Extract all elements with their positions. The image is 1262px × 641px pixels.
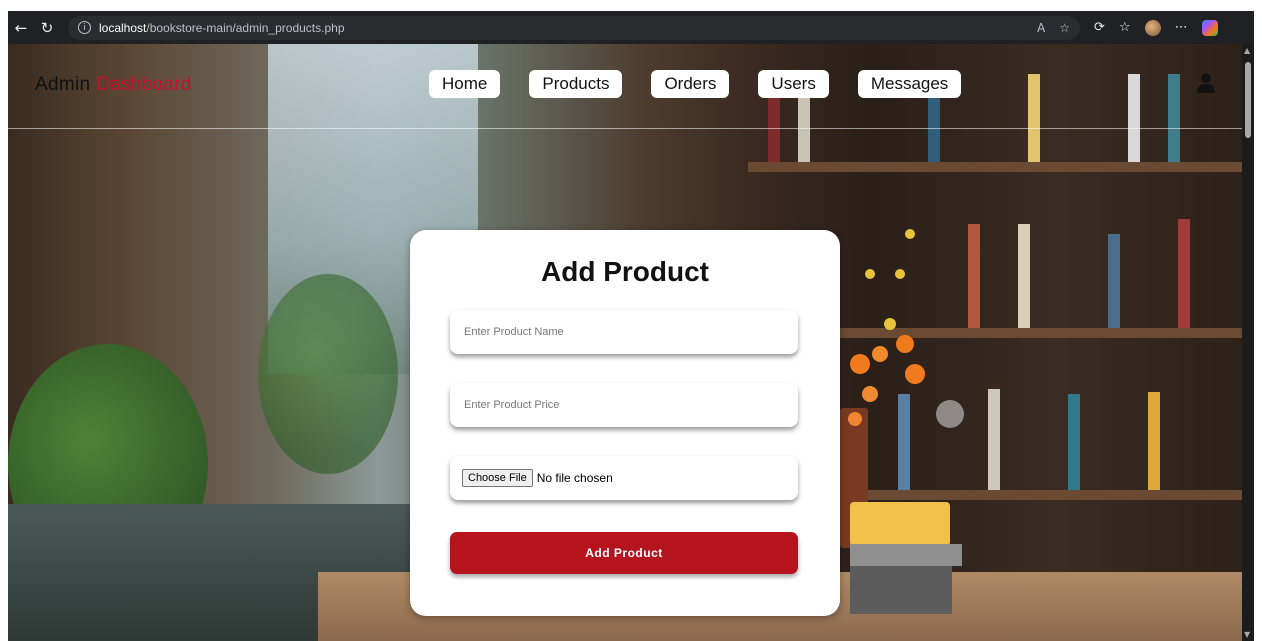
nav-orders-link[interactable]: Orders (651, 70, 730, 98)
product-image-file-input[interactable]: Choose File No file chosen (450, 456, 798, 500)
scroll-down-icon[interactable]: ▼ (1244, 630, 1250, 639)
site-header: Admin Dashboard Home Products Orders Use… (8, 44, 1242, 129)
background-flowers (848, 229, 964, 428)
back-icon[interactable]: ← (8, 19, 34, 37)
more-menu-icon[interactable]: ⋯ (1175, 20, 1188, 35)
main-nav: Home Products Orders Users Messages (429, 70, 990, 98)
nav-products-link[interactable]: Products (529, 70, 623, 98)
nav-users-link[interactable]: Users (758, 70, 829, 98)
background-book (1178, 219, 1190, 328)
url-host: localhost (99, 20, 147, 35)
background-plant (258, 274, 398, 474)
favorite-star-icon[interactable]: ☆ (1059, 21, 1070, 35)
product-name-input[interactable] (450, 310, 798, 354)
add-product-card: Add Product Choose File No file chosen A… (410, 230, 840, 616)
nav-messages-link[interactable]: Messages (857, 70, 962, 98)
site-info-icon[interactable]: i (78, 21, 91, 34)
background-book-stack (850, 566, 952, 614)
add-product-button[interactable]: Add Product (450, 532, 798, 574)
profile-avatar[interactable] (1144, 19, 1161, 36)
form-title: Add Product (541, 256, 709, 287)
scroll-thumb[interactable] (1245, 62, 1251, 138)
background-shelf (868, 490, 1242, 500)
read-aloud-icon[interactable]: A (1037, 21, 1045, 35)
page-viewport: Admin Dashboard Home Products Orders Use… (8, 44, 1242, 641)
refresh-icon[interactable]: ↻ (34, 19, 60, 37)
background-book (1108, 234, 1120, 328)
extensions-icon[interactable]: ⟳ (1094, 20, 1105, 35)
copilot-icon[interactable] (1201, 19, 1218, 36)
background-shelf (748, 162, 1242, 172)
user-icon[interactable] (1196, 72, 1216, 94)
background-book (988, 389, 1000, 490)
background-book-stack (850, 544, 962, 566)
background-book-stack (850, 502, 950, 546)
logo[interactable]: Admin Dashboard (35, 74, 192, 96)
logo-accent-text: Dashboard (95, 74, 192, 95)
choose-file-button[interactable]: Choose File (462, 469, 533, 487)
logo-primary-text: Admin (35, 74, 96, 95)
browser-toolbar: ← ↻ i localhost/bookstore-main/admin_pro… (8, 11, 1254, 44)
url-path: /bookstore-main/admin_products.php (146, 20, 345, 35)
favorites-icon[interactable]: ☆ (1119, 20, 1131, 35)
nav-home-link[interactable]: Home (429, 70, 501, 98)
background-book (1148, 392, 1160, 490)
file-status-text: No file chosen (536, 471, 613, 485)
product-price-input[interactable] (450, 383, 798, 427)
page-scrollbar[interactable]: ▲ ▼ (1242, 44, 1254, 641)
background-book (1068, 394, 1080, 490)
background-book (1018, 224, 1030, 328)
scroll-up-icon[interactable]: ▲ (1244, 46, 1250, 55)
address-bar[interactable]: i localhost/bookstore-main/admin_product… (68, 15, 1080, 40)
